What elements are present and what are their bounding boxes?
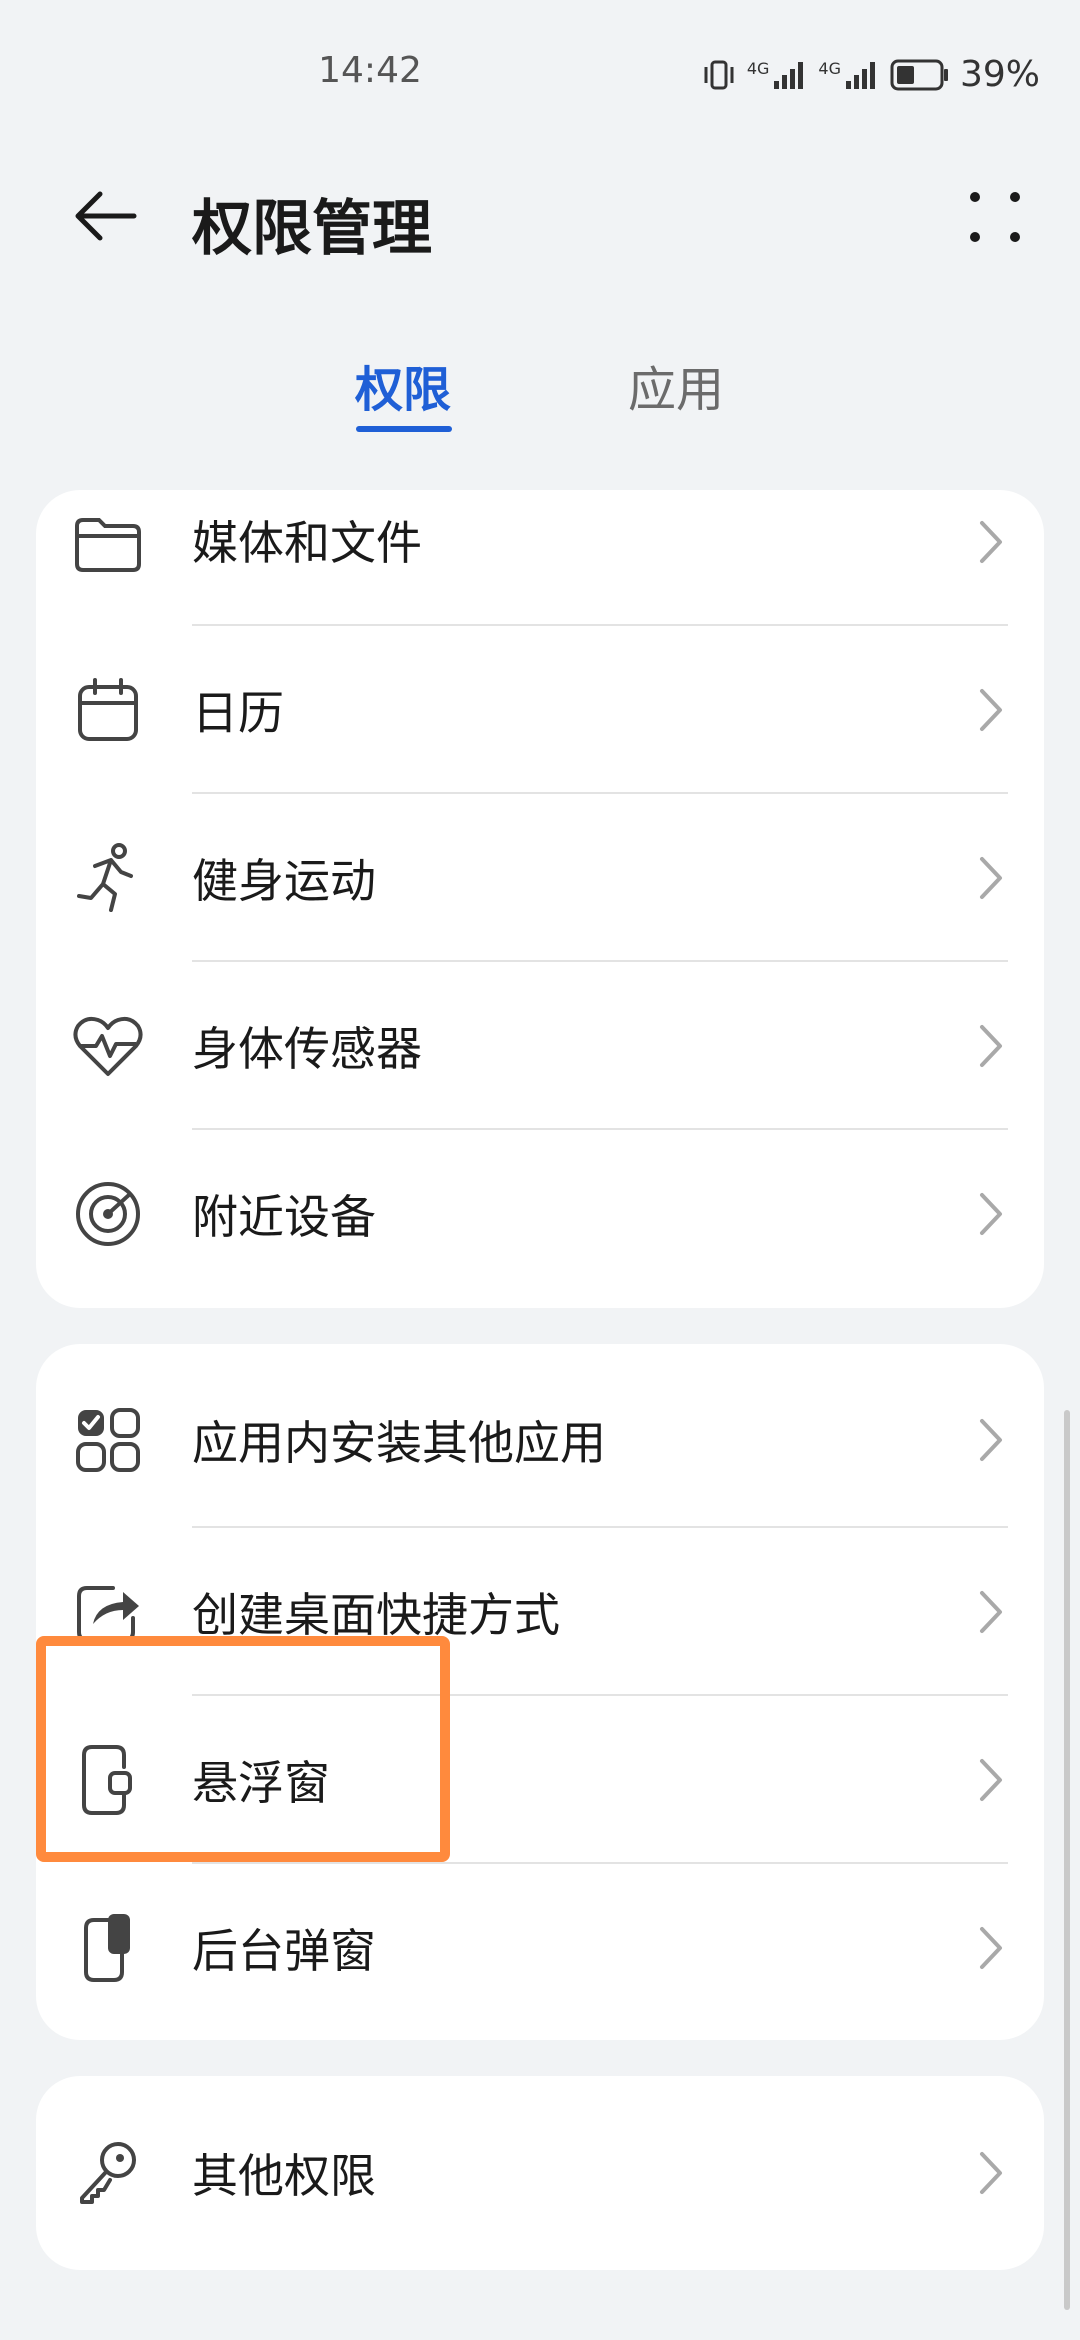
permission-card-3: 其他权限 <box>36 2076 1044 2270</box>
permission-item-body-sensors[interactable]: 身体传感器 <box>36 962 1044 1130</box>
arrow-left-icon <box>75 191 137 241</box>
app-bar: 权限管理 <box>0 150 1080 280</box>
row-label: 悬浮窗 <box>192 1756 330 1810</box>
chevron-right-icon <box>980 689 1002 731</box>
folder-icon <box>72 508 144 580</box>
row-label: 附近设备 <box>192 1190 376 1244</box>
background-popup-icon <box>72 1912 144 1984</box>
signal-4g-icon: 4G <box>747 59 809 91</box>
share-shortcut-icon <box>72 1576 144 1648</box>
heart-pulse-icon <box>72 1010 144 1082</box>
vibrate-icon <box>704 60 734 89</box>
page-title: 权限管理 <box>192 194 432 264</box>
app-grid-icon <box>72 1404 144 1476</box>
chevron-right-icon <box>980 521 1002 563</box>
permission-item-other[interactable]: 其他权限 <box>36 2076 1044 2270</box>
more-button[interactable] <box>950 172 1040 262</box>
permission-item-calendar[interactable]: 日历 <box>36 626 1044 794</box>
chevron-right-icon <box>980 1025 1002 1067</box>
tab-apps[interactable]: 应用 <box>628 350 724 420</box>
chevron-right-icon <box>980 1419 1002 1461</box>
scrollbar[interactable] <box>1064 1410 1070 2310</box>
floating-window-icon <box>72 1744 144 1816</box>
permission-item-create-shortcut[interactable]: 创建桌面快捷方式 <box>36 1528 1044 1696</box>
status-time: 14:42 <box>318 50 422 91</box>
battery-icon <box>890 59 948 90</box>
signal-4g-icon: 4G <box>818 59 880 91</box>
more-dots-icon <box>970 192 1020 242</box>
tab-bar: 权限 应用 <box>0 330 1080 450</box>
row-label: 其他权限 <box>192 2149 376 2203</box>
status-bar: 14:42 4G 4G 39% <box>0 0 1080 150</box>
permission-item-fitness[interactable]: 健身运动 <box>36 794 1044 962</box>
permission-card-2: 应用内安装其他应用 创建桌面快捷方式 悬浮窗 后台弹窗 <box>36 1344 1044 2040</box>
running-icon <box>72 842 144 914</box>
row-label: 日历 <box>192 686 284 740</box>
network-label-2: 4G <box>818 58 841 78</box>
permission-item-nearby-devices[interactable]: 附近设备 <box>36 1130 1044 1298</box>
permission-item-install-apps[interactable]: 应用内安装其他应用 <box>36 1344 1044 1528</box>
row-label: 健身运动 <box>192 854 376 908</box>
calendar-icon <box>72 674 144 746</box>
tab-active-indicator <box>356 426 452 432</box>
chevron-right-icon <box>980 1759 1002 1801</box>
permission-card-1: 媒体和文件 日历 健身运动 身体传感器 附近设备 <box>36 490 1044 1308</box>
permission-item-background-popup[interactable]: 后台弹窗 <box>36 1864 1044 2032</box>
key-icon <box>72 2137 144 2209</box>
network-label-1: 4G <box>746 58 770 78</box>
row-label: 应用内安装其他应用 <box>192 1416 606 1470</box>
chevron-right-icon <box>980 1193 1002 1235</box>
row-label: 身体传感器 <box>192 1022 422 1076</box>
row-label: 后台弹窗 <box>192 1924 376 1978</box>
permission-item-floating-window[interactable]: 悬浮窗 <box>36 1696 1044 1864</box>
permission-item-media-files[interactable]: 媒体和文件 <box>36 490 1044 626</box>
tab-permissions[interactable]: 权限 <box>355 350 451 420</box>
chevron-right-icon <box>980 2152 1002 2194</box>
status-icons: 4G 4G 39% <box>701 54 1040 95</box>
battery-percent: 39% <box>959 54 1040 95</box>
back-button[interactable] <box>60 176 150 256</box>
row-label: 创建桌面快捷方式 <box>192 1588 560 1642</box>
row-label: 媒体和文件 <box>192 516 422 570</box>
radar-icon <box>72 1178 144 1250</box>
chevron-right-icon <box>980 1927 1002 1969</box>
chevron-right-icon <box>980 857 1002 899</box>
chevron-right-icon <box>980 1591 1002 1633</box>
